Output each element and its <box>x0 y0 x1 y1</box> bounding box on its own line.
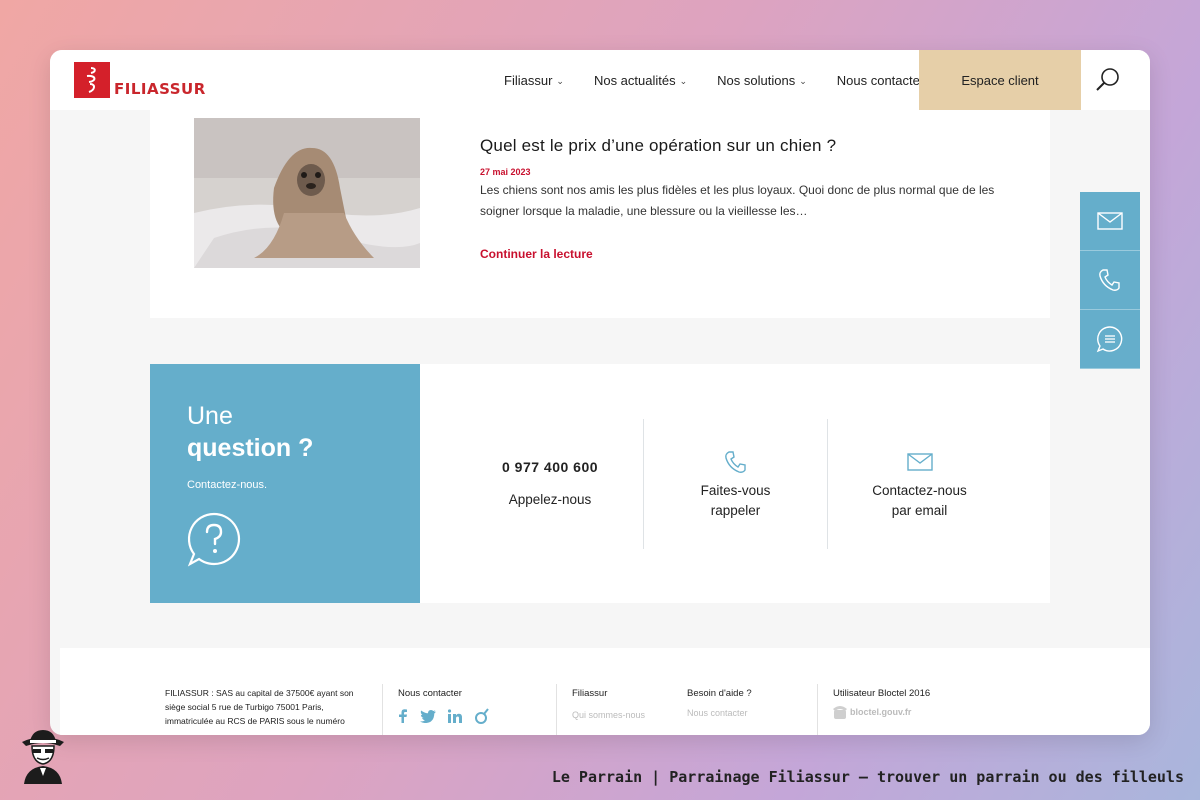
chevron-down-icon: ⌄ <box>799 75 807 86</box>
contact-email[interactable]: Contactez-nous par email <box>828 419 1011 549</box>
question-title-line2: question ? <box>187 434 314 462</box>
page-caption: Le Parrain | Parrainage Filiassur — trou… <box>551 768 1184 786</box>
logo-text: FILIASSUR <box>114 80 206 98</box>
divider <box>556 684 557 735</box>
browser-window: FILIASSUR Filiassur ⌄ Nos actualités ⌄ N… <box>50 50 1150 735</box>
question-panel: Une question ? Contactez-nous. <box>150 364 420 603</box>
contact-options: 0 977 400 600 Appelez-nous Faites-vous r… <box>420 364 1050 603</box>
site-footer: FILIASSUR : SAS au capital de 37500€ aya… <box>60 648 1150 735</box>
nav-solutions-label: Nos solutions <box>717 72 796 88</box>
footer-filiassur-heading: Filiassur <box>572 688 608 699</box>
question-title-line1: Une <box>187 402 233 430</box>
divider <box>382 684 383 735</box>
side-mail-button[interactable] <box>1080 192 1140 251</box>
article-thumbnail[interactable] <box>194 118 420 268</box>
contact-callback[interactable]: Faites-vous rappeler <box>644 419 827 549</box>
email-line2: par email <box>891 503 948 518</box>
footer-qui-sommes-nous-link[interactable]: Qui sommes-nous <box>572 710 645 720</box>
mail-icon <box>906 453 933 476</box>
footer-aide-contact-link[interactable]: Nous contacter <box>687 708 748 718</box>
mascot-logo <box>16 728 70 789</box>
read-more-link[interactable]: Continuer la lecture <box>480 247 593 261</box>
site-header: FILIASSUR Filiassur ⌄ Nos actualités ⌄ N… <box>50 50 1150 110</box>
question-bubble-icon <box>186 511 242 572</box>
main-nav: Filiassur ⌄ Nos actualités ⌄ Nos solutio… <box>504 50 924 110</box>
question-subtitle: Contactez-nous. <box>187 479 268 491</box>
chevron-down-icon: ⌄ <box>556 75 564 86</box>
twitter-icon[interactable] <box>420 709 436 723</box>
bloctel-logo[interactable]: bloctel.gouv.fr <box>833 704 911 720</box>
nav-actualites[interactable]: Nos actualités ⌄ <box>594 73 687 88</box>
nav-contact[interactable]: Nous contacter <box>837 73 924 88</box>
nav-solutions[interactable]: Nos solutions ⌄ <box>717 73 807 88</box>
side-contact-bar <box>1080 192 1140 369</box>
espace-client-button[interactable]: Espace client <box>919 50 1081 110</box>
telephone-icon <box>833 706 847 719</box>
chevron-down-icon: ⌄ <box>679 75 688 86</box>
nav-contact-label: Nous contacter <box>836 72 925 88</box>
bloctel-logo-text: bloctel.gouv.fr <box>850 707 912 717</box>
logo-mark-icon <box>74 62 110 98</box>
divider <box>817 684 818 735</box>
facebook-icon[interactable] <box>398 709 408 723</box>
phone-icon <box>1099 269 1120 291</box>
nav-filiassur-label: Filiassur <box>504 72 553 88</box>
footer-bloctel-heading: Utilisateur Bloctel 2016 <box>833 688 931 699</box>
email-line1: Contactez-nous <box>872 483 967 498</box>
footer-legal: FILIASSUR : SAS au capital de 37500€ aya… <box>165 688 354 726</box>
chat-icon <box>1096 326 1123 353</box>
article-title[interactable]: Quel est le prix d’une opération sur un … <box>480 136 836 156</box>
nav-filiassur[interactable]: Filiassur ⌄ <box>504 73 564 88</box>
callback-line1: Faites-vous <box>700 483 771 498</box>
footer-contact-heading: Nous contacter <box>398 688 462 699</box>
linkedin-icon[interactable] <box>448 709 462 723</box>
mail-icon <box>1097 212 1123 230</box>
article-excerpt: Les chiens sont nos amis les plus fidèle… <box>480 183 995 218</box>
viadeo-icon[interactable] <box>474 708 490 724</box>
phone-icon <box>723 449 749 480</box>
callback-line2: rappeler <box>710 503 761 518</box>
article-date: 27 mai 2023 <box>480 167 531 177</box>
logo[interactable]: FILIASSUR <box>74 62 206 98</box>
side-phone-button[interactable] <box>1080 251 1140 310</box>
social-links <box>398 708 490 724</box>
phone-label: Appelez-nous <box>508 492 592 507</box>
side-chat-button[interactable] <box>1080 310 1140 369</box>
nav-actualites-label: Nos actualités <box>593 72 676 88</box>
search-icon[interactable] <box>1094 66 1122 94</box>
contact-phone[interactable]: 0 977 400 600 Appelez-nous <box>460 419 640 549</box>
footer-aide-heading: Besoin d'aide ? <box>687 688 752 699</box>
article-card: Quel est le prix d’une opération sur un … <box>150 110 1050 318</box>
phone-number[interactable]: 0 977 400 600 <box>460 459 640 475</box>
